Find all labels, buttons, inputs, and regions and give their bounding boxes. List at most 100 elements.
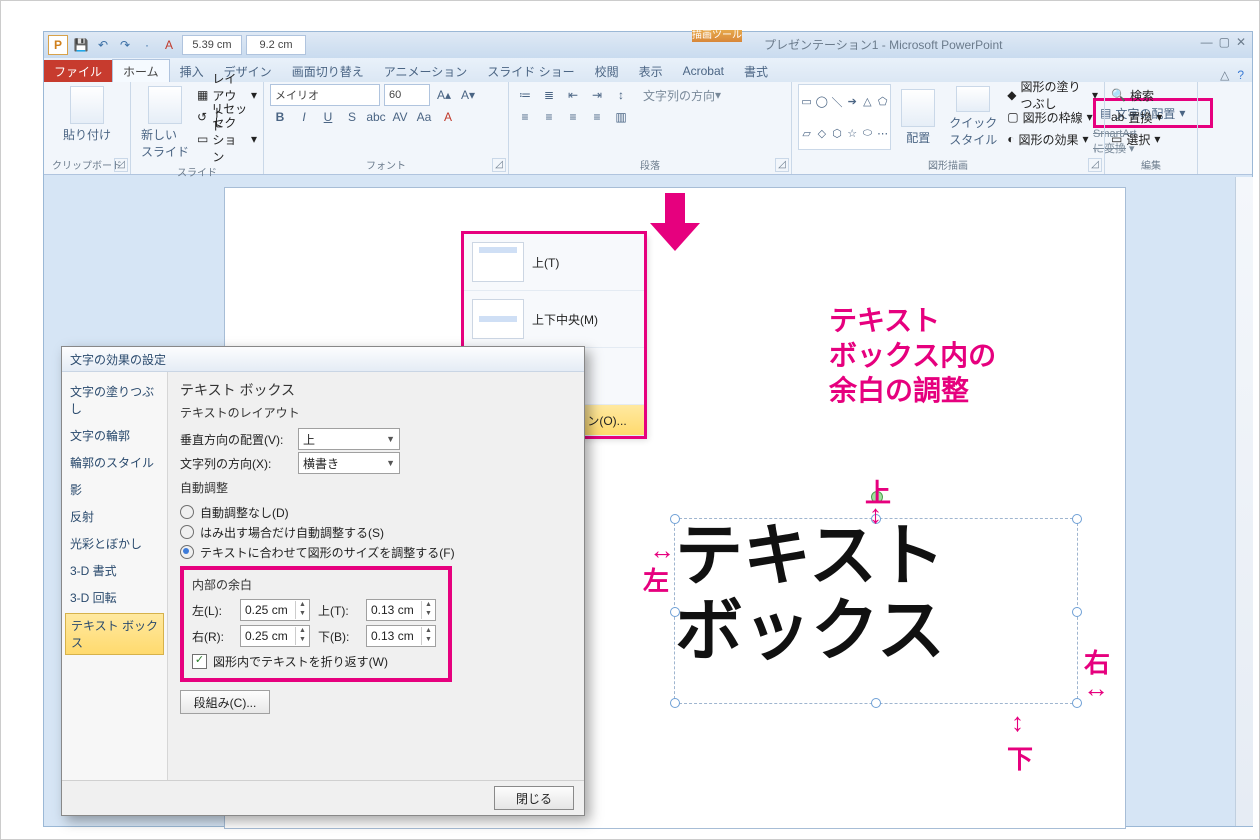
annotation-label-bottom: 下 <box>1007 739 1033 776</box>
tab-view[interactable]: 表示 <box>629 60 673 82</box>
nav-text-outline[interactable]: 文字の輪郭 <box>62 422 167 449</box>
shape-fill-button[interactable]: ◆ 図形の塗りつぶし ▾ <box>1007 84 1098 106</box>
tab-file[interactable]: ファイル <box>44 60 112 82</box>
textbox-line2: ボックス <box>675 594 1077 669</box>
nav-shadow[interactable]: 影 <box>62 476 167 503</box>
valign-select[interactable]: 上 <box>298 428 400 450</box>
columns-icon[interactable]: ▥ <box>611 107 631 127</box>
minimize-ribbon-icon[interactable]: △ <box>1220 68 1229 82</box>
shrink-font-icon[interactable]: A▾ <box>458 85 478 105</box>
columns-button[interactable]: 段組み(C)... <box>180 690 270 714</box>
direction-select[interactable]: 横書き <box>298 452 400 474</box>
autofit-shrink-radio[interactable]: はみ出す場合だけ自動調整する(S) <box>180 522 572 542</box>
italic-icon[interactable]: I <box>294 107 314 127</box>
close-icon[interactable]: ✕ <box>1236 35 1246 49</box>
tab-transitions[interactable]: 画面切り替え <box>282 60 374 82</box>
quick-styles-button[interactable]: クイック スタイル <box>945 84 1001 150</box>
grow-font-icon[interactable]: A▴ <box>434 85 454 105</box>
tab-insert[interactable]: 挿入 <box>170 60 214 82</box>
resize-handle-w[interactable] <box>670 607 680 617</box>
maximize-icon[interactable]: ▢ <box>1219 35 1230 49</box>
resize-handle-sw[interactable] <box>670 698 680 708</box>
font-launcher-icon[interactable]: ◿ <box>492 158 506 172</box>
tab-slideshow[interactable]: スライド ショー <box>477 60 584 82</box>
text-direction-button[interactable]: 文字列の方向 ▾ <box>643 85 721 105</box>
redo-icon[interactable]: ↷ <box>116 36 134 54</box>
qat-sep: · <box>138 36 156 54</box>
paragraph-launcher-icon[interactable]: ◿ <box>775 158 789 172</box>
margin-bottom-input[interactable]: 0.13 cm▲▼ <box>366 625 436 647</box>
bullets-icon[interactable]: ≔ <box>515 85 535 105</box>
resize-handle-nw[interactable] <box>670 514 680 524</box>
font-color-icon[interactable]: A <box>438 107 458 127</box>
slide-textbox[interactable]: テキスト ボックス <box>674 518 1078 704</box>
find-button[interactable]: 🔍 検索 <box>1111 84 1191 106</box>
align-left-icon[interactable]: ≡ <box>515 107 535 127</box>
nav-text-fill[interactable]: 文字の塗りつぶし <box>62 378 167 422</box>
wrap-text-checkbox[interactable]: ✓図形内でテキストを折り返す(W) <box>192 653 440 670</box>
clipboard-launcher-icon[interactable]: ◿ <box>114 158 128 172</box>
nav-outline-style[interactable]: 輪郭のスタイル <box>62 449 167 476</box>
resize-handle-ne[interactable] <box>1072 514 1082 524</box>
vertical-scrollbar[interactable] <box>1235 177 1253 826</box>
align-right-icon[interactable]: ≡ <box>563 107 583 127</box>
contextual-tab-drawing: 描画ツール <box>692 30 742 56</box>
shape-width-input[interactable]: 9.2 cm <box>246 35 306 55</box>
paste-button[interactable]: 貼り付け <box>50 84 124 145</box>
resize-handle-e[interactable] <box>1072 607 1082 617</box>
tab-review[interactable]: 校閲 <box>585 60 629 82</box>
panel-heading: テキスト ボックス <box>180 380 572 400</box>
align-center-icon[interactable]: ≡ <box>539 107 559 127</box>
new-slide-button[interactable]: 新しい スライド <box>137 84 193 162</box>
minimize-icon[interactable]: ― <box>1201 35 1213 49</box>
close-button[interactable]: 閉じる <box>494 786 574 810</box>
font-name-combo[interactable]: メイリオ <box>270 84 380 106</box>
tab-home[interactable]: ホーム <box>112 59 170 82</box>
select-button[interactable]: ▭ 選択 ▾ <box>1111 128 1191 150</box>
arrow-leftright-icon: ↔ <box>1083 673 1109 704</box>
shapes-gallery[interactable]: ▭◯＼➔△⬠ ▱◇⬡☆⬭⋯ <box>798 84 891 150</box>
undo-icon[interactable]: ↶ <box>94 36 112 54</box>
indent-dec-icon[interactable]: ⇤ <box>563 85 583 105</box>
dropdown-item-top[interactable]: 上(T) <box>464 234 644 291</box>
margin-left-input[interactable]: 0.25 cm▲▼ <box>240 599 310 621</box>
shape-height-input[interactable]: 5.39 cm <box>182 35 242 55</box>
title-bar: P 💾 ↶ ↷ · A 5.39 cm 9.2 cm 描画ツール プレゼンテーシ… <box>44 32 1252 58</box>
save-icon[interactable]: 💾 <box>72 36 90 54</box>
replace-button[interactable]: ab 置換 ▾ <box>1111 106 1191 128</box>
underline-icon[interactable]: U <box>318 107 338 127</box>
help-icon[interactable]: ? <box>1237 68 1244 82</box>
nav-glow[interactable]: 光彩とぼかし <box>62 530 167 557</box>
dropdown-item-middle[interactable]: 上下中央(M) <box>464 291 644 348</box>
tab-acrobat[interactable]: Acrobat <box>673 60 734 82</box>
tab-format[interactable]: 書式 <box>734 60 778 82</box>
font-color-icon[interactable]: A <box>160 36 178 54</box>
change-case-icon[interactable]: Aa <box>414 107 434 127</box>
autofit-none-radio[interactable]: 自動調整なし(D) <box>180 502 572 522</box>
nav-3d-rotation[interactable]: 3-D 回転 <box>62 584 167 611</box>
indent-inc-icon[interactable]: ⇥ <box>587 85 607 105</box>
arrow-updown-icon: ↕ <box>1011 707 1024 738</box>
resize-handle-s[interactable] <box>871 698 881 708</box>
bold-icon[interactable]: B <box>270 107 290 127</box>
strike-icon[interactable]: S <box>342 107 362 127</box>
font-size-combo[interactable]: 60 <box>384 84 430 106</box>
resize-handle-se[interactable] <box>1072 698 1082 708</box>
tab-animations[interactable]: アニメーション <box>374 60 478 82</box>
char-spacing-icon[interactable]: AV <box>390 107 410 127</box>
nav-3d-format[interactable]: 3-D 書式 <box>62 557 167 584</box>
arrow-leftright-icon: ↔ <box>649 535 675 566</box>
autofit-resize-radio[interactable]: テキストに合わせて図形のサイズを調整する(F) <box>180 542 572 562</box>
nav-text-box[interactable]: テキスト ボックス <box>65 613 164 655</box>
drawing-launcher-icon[interactable]: ◿ <box>1088 158 1102 172</box>
numbering-icon[interactable]: ≣ <box>539 85 559 105</box>
margin-top-input[interactable]: 0.13 cm▲▼ <box>366 599 436 621</box>
nav-reflection[interactable]: 反射 <box>62 503 167 530</box>
justify-icon[interactable]: ≡ <box>587 107 607 127</box>
line-spacing-icon[interactable]: ↕ <box>611 85 631 105</box>
shadow-icon[interactable]: abc <box>366 107 386 127</box>
group-editing: 🔍 検索 ab 置換 ▾ ▭ 選択 ▾ 編集 <box>1105 82 1198 174</box>
margin-right-input[interactable]: 0.25 cm▲▼ <box>240 625 310 647</box>
shape-effects-button[interactable]: ◐ 図形の効果 ▾ <box>1007 128 1098 150</box>
arrange-button[interactable]: 配置 <box>897 84 939 150</box>
